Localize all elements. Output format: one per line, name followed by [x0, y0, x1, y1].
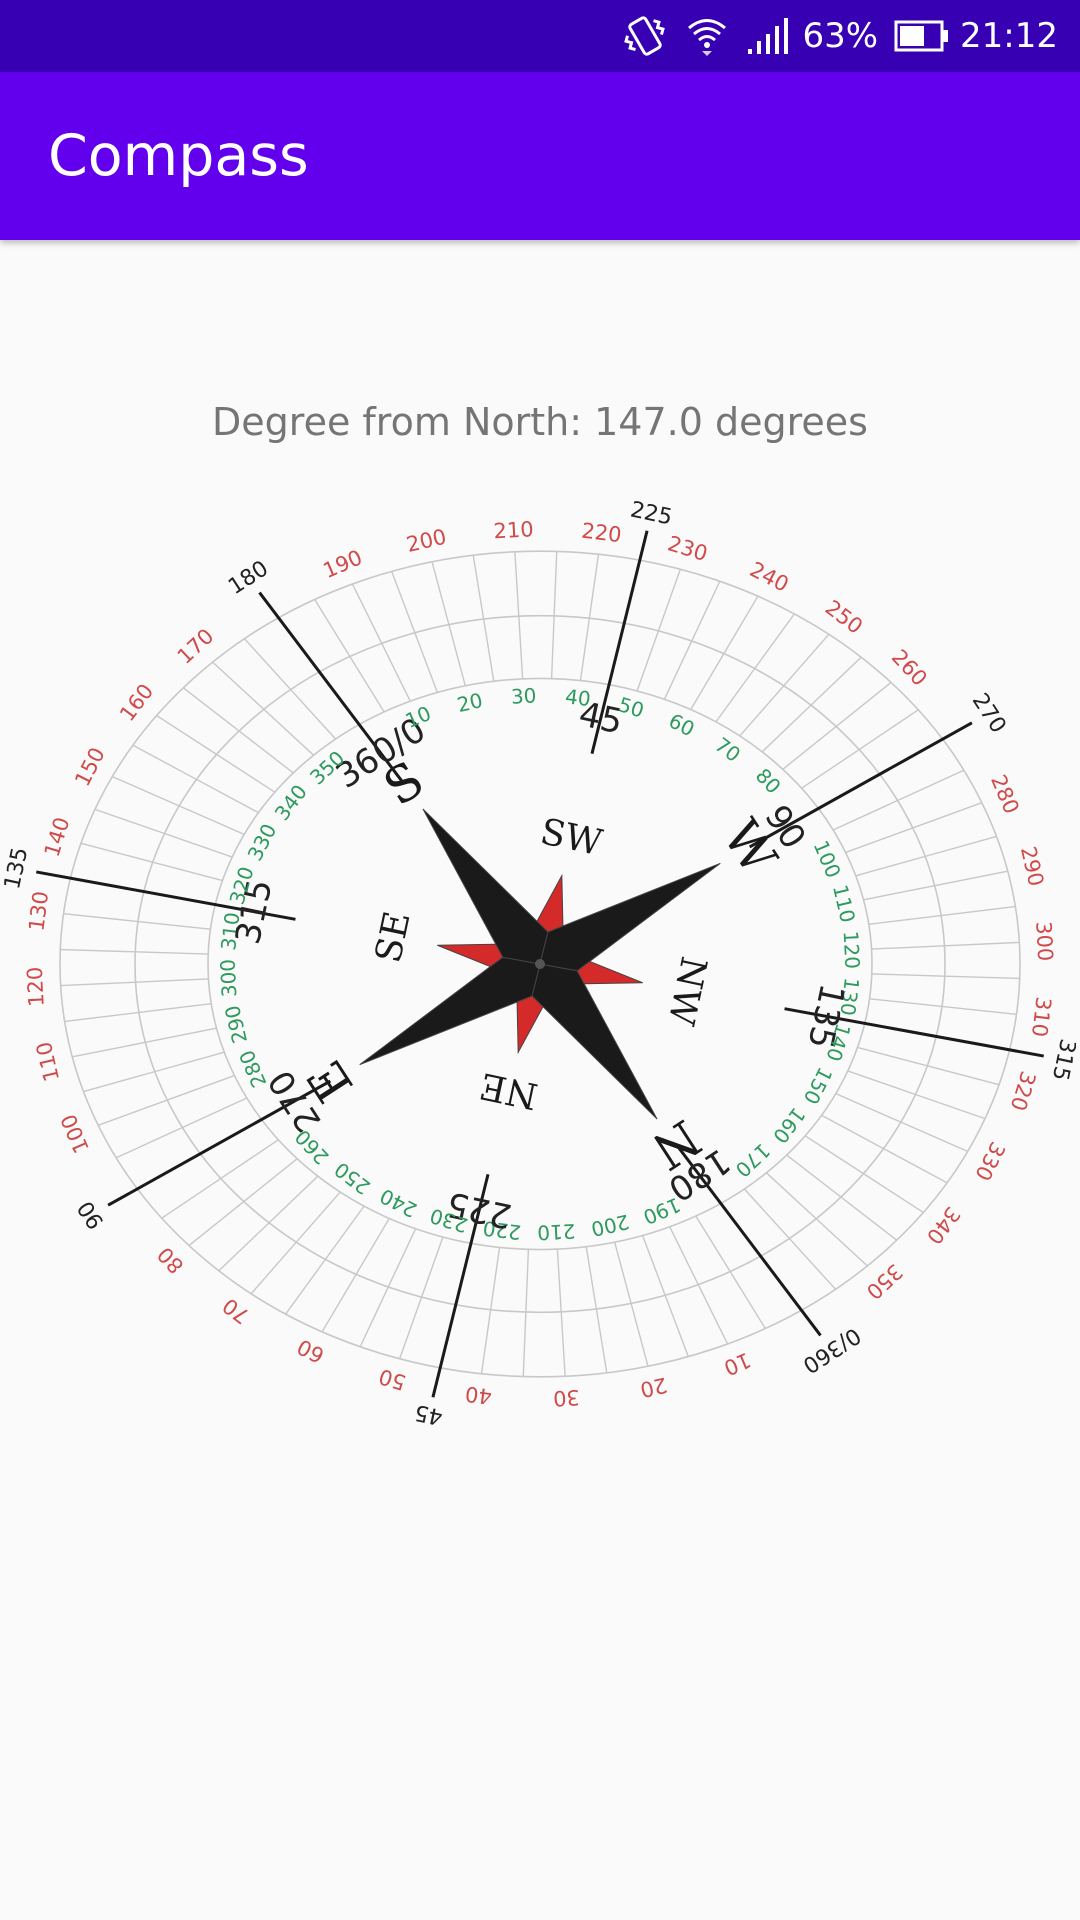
- outer-degree-label: 210: [493, 517, 534, 543]
- status-time: 21:12: [960, 16, 1058, 56]
- inner-degree-label: 300: [215, 958, 241, 997]
- app-bar: Compass: [0, 72, 1080, 240]
- outer-degree-label: 300: [1031, 921, 1057, 962]
- star-center: [535, 959, 545, 969]
- outer-degree-label: 40: [464, 1382, 493, 1409]
- inner-degree-label: 30: [510, 683, 537, 708]
- compass-card: 0/360 10 20 30 40 45 50 60 70 80 90 100 110 120 130 135…: [4, 458, 1076, 1920]
- signal-icon: [746, 16, 792, 56]
- outer-degree-label: 120: [23, 966, 49, 1007]
- outer-degree-label: 130: [24, 890, 53, 933]
- inner-degree-label: 120: [839, 930, 865, 969]
- status-bar: 63% 21:12: [0, 0, 1080, 72]
- wifi-icon: [684, 13, 730, 59]
- battery-icon: [894, 19, 950, 53]
- outer-degree-label: 310: [1027, 996, 1056, 1039]
- outer-degree-label: 30: [552, 1385, 580, 1410]
- inner-degree-label: 210: [537, 1219, 576, 1245]
- degree-reading: Degree from North: 147.0 degrees: [212, 400, 868, 444]
- vibrate-icon: [622, 13, 668, 59]
- battery-percent: 63%: [802, 16, 879, 56]
- app-title: Compass: [48, 123, 309, 189]
- compass-rose: 0/36010203040455060708090100110120130135…: [4, 458, 1076, 1920]
- outer-degree-label: 220: [580, 519, 623, 548]
